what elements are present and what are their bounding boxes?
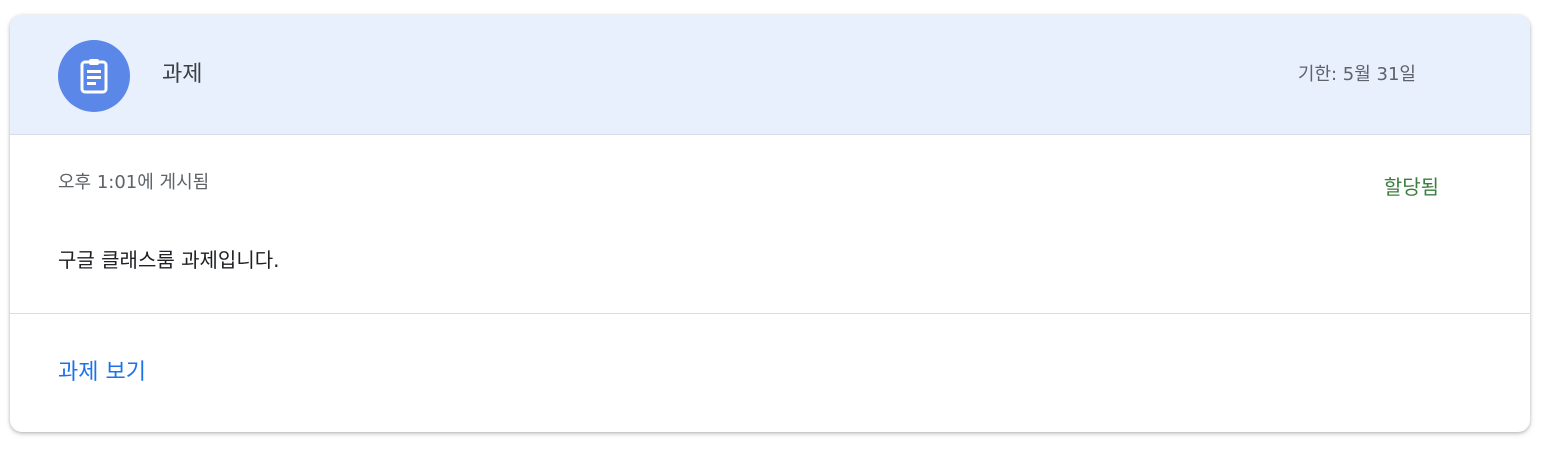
view-assignment-link[interactable]: 과제 보기 bbox=[58, 357, 146, 389]
card-footer: 과제 보기 bbox=[10, 314, 1530, 432]
assignment-description: 구글 클래스룸 과제입니다. bbox=[58, 248, 280, 272]
assignment-icon bbox=[58, 40, 130, 112]
posted-time: 오후 1:01에 게시됨 bbox=[58, 172, 210, 193]
assignment-title: 과제 bbox=[162, 62, 203, 87]
assignment-card: 과제 기한: 5월 31일 오후 1:01에 게시됨 할당됨 구글 클래스룸 과… bbox=[10, 15, 1530, 432]
card-header: 과제 기한: 5월 31일 bbox=[10, 15, 1530, 135]
due-date: 기한: 5월 31일 bbox=[1297, 64, 1416, 85]
status-badge: 할당됨 bbox=[1383, 175, 1439, 199]
card-body: 오후 1:01에 게시됨 할당됨 구글 클래스룸 과제입니다. bbox=[10, 135, 1530, 314]
